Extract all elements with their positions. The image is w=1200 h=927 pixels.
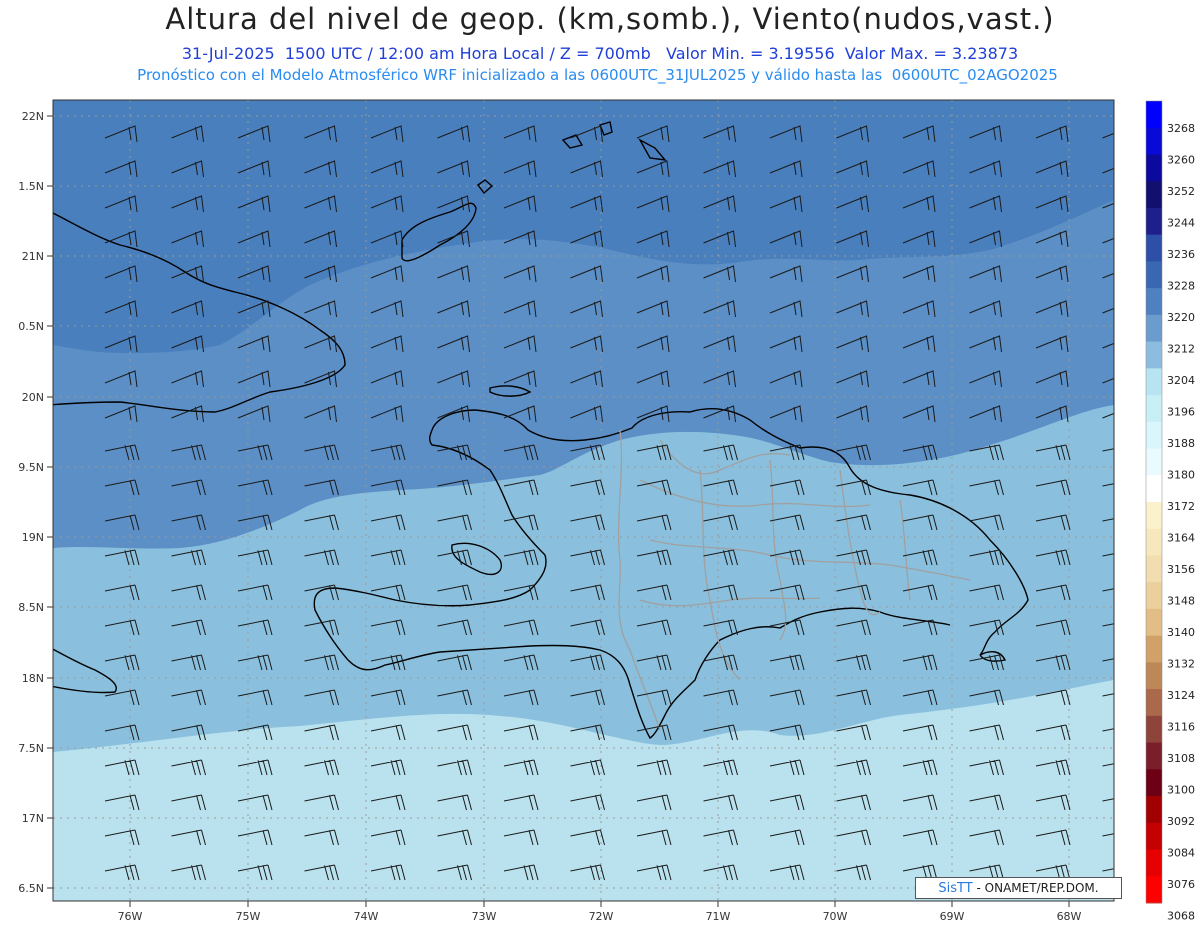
lon-label: 75W <box>236 910 261 923</box>
colorbar-swatch <box>1146 689 1162 717</box>
colorbar-label: 3228 <box>1167 280 1195 293</box>
colorbar-label: 3252 <box>1167 185 1195 198</box>
colorbar-label: 3076 <box>1167 878 1195 891</box>
colorbar-swatch <box>1146 849 1162 877</box>
colorbar-swatch <box>1146 181 1162 209</box>
colorbar-swatch <box>1146 101 1162 129</box>
colorbar-label: 3124 <box>1167 689 1195 702</box>
latitude-axis: 22N 1.5N 21N 0.5N 20N 9.5N 19N 8.5N 18N 7.5N 17N 6.… <box>18 110 53 895</box>
geopotential-shading <box>53 100 1114 901</box>
colorbar-label: 3204 <box>1167 374 1195 387</box>
colorbar-label: 3100 <box>1167 784 1195 797</box>
colorbar-swatch <box>1146 715 1162 744</box>
lat-label: 0.5N <box>18 320 44 333</box>
colorbar-label: 3140 <box>1167 626 1195 639</box>
colorbar-swatch <box>1146 635 1162 663</box>
colorbar: 3268 3260 3252 3244 3236 3228 3220 3212 3204 3196… <box>1145 100 1195 923</box>
weather-map: 22N 1.5N 21N 0.5N 20N 9.5N 19N 8.5N 18N 7.5N 17N 6.… <box>18 99 1195 923</box>
credit-box: SisTT - ONAMET/REP.DOM. <box>915 877 1122 899</box>
colorbar-label: 3164 <box>1167 532 1195 545</box>
lat-label: 19N <box>22 531 44 544</box>
colorbar-swatch <box>1146 127 1162 155</box>
lon-label: 68W <box>1057 910 1082 923</box>
lat-label: 6.5N <box>18 882 44 895</box>
colorbar-label: 3108 <box>1167 752 1195 765</box>
lon-label: 69W <box>940 910 965 923</box>
lat-label: 20N <box>22 391 44 404</box>
colorbar-swatch <box>1146 582 1162 610</box>
colorbar-label: 3196 <box>1167 406 1195 419</box>
colorbar-swatch <box>1146 341 1162 369</box>
colorbar-label: 3084 <box>1167 847 1195 860</box>
colorbar-swatch <box>1146 502 1162 530</box>
lon-label: 76W <box>118 910 143 923</box>
colorbar-label: 3148 <box>1167 595 1195 608</box>
lat-label: 7.5N <box>18 742 44 755</box>
colorbar-swatch <box>1146 742 1162 770</box>
colorbar-swatch <box>1146 822 1162 851</box>
colorbar-swatch <box>1146 555 1162 583</box>
lat-label: 9.5N <box>18 461 44 474</box>
colorbar-swatch <box>1146 876 1162 904</box>
colorbar-label: 3244 <box>1167 217 1195 230</box>
lon-label: 70W <box>823 910 848 923</box>
credit-text: - ONAMET/REP.DOM. <box>976 881 1099 895</box>
lat-label: 8.5N <box>18 601 44 614</box>
lat-label: 18N <box>22 672 44 685</box>
colorbar-label: 3180 <box>1167 469 1195 482</box>
colorbar-swatch <box>1146 261 1162 289</box>
lat-label: 1.5N <box>18 180 44 193</box>
colorbar-swatch <box>1146 288 1162 316</box>
colorbar-swatch <box>1146 368 1162 396</box>
colorbar-label: 3092 <box>1167 815 1195 828</box>
lat-label: 17N <box>22 812 44 825</box>
lat-label: 21N <box>22 250 44 263</box>
colorbar-label: 3188 <box>1167 437 1195 450</box>
colorbar-swatch <box>1146 421 1162 450</box>
colorbar-label: 3212 <box>1167 343 1195 356</box>
colorbar-label: 3068 <box>1167 910 1195 923</box>
colorbar-swatch <box>1146 207 1162 236</box>
lat-label: 22N <box>22 110 44 123</box>
colorbar-label: 3132 <box>1167 658 1195 671</box>
colorbar-swatch <box>1146 475 1162 503</box>
colorbar-swatch <box>1146 395 1162 423</box>
credit-brand: SisTT <box>938 881 973 896</box>
colorbar-swatch <box>1146 662 1162 690</box>
lon-label: 74W <box>354 910 379 923</box>
longitude-axis: 76W 75W 74W 73W 72W 71W 70W 69W 68W <box>118 901 1082 923</box>
colorbar-label: 3268 <box>1167 122 1195 135</box>
colorbar-swatch <box>1146 448 1162 476</box>
colorbar-label: 3156 <box>1167 563 1195 576</box>
lon-label: 73W <box>472 910 497 923</box>
colorbar-swatch <box>1146 608 1162 637</box>
colorbar-swatch <box>1146 234 1162 262</box>
lon-label: 72W <box>589 910 614 923</box>
colorbar-label: 3260 <box>1167 154 1195 167</box>
colorbar-swatch <box>1146 769 1162 797</box>
colorbar-label: 3172 <box>1167 500 1195 513</box>
colorbar-swatch <box>1146 154 1162 182</box>
colorbar-swatch <box>1146 796 1162 824</box>
colorbar-label: 3220 <box>1167 311 1195 324</box>
colorbar-swatch <box>1146 528 1162 556</box>
colorbar-swatch <box>1146 314 1162 343</box>
lon-label: 71W <box>706 910 731 923</box>
colorbar-label: 3116 <box>1167 721 1195 734</box>
colorbar-label: 3236 <box>1167 248 1195 261</box>
